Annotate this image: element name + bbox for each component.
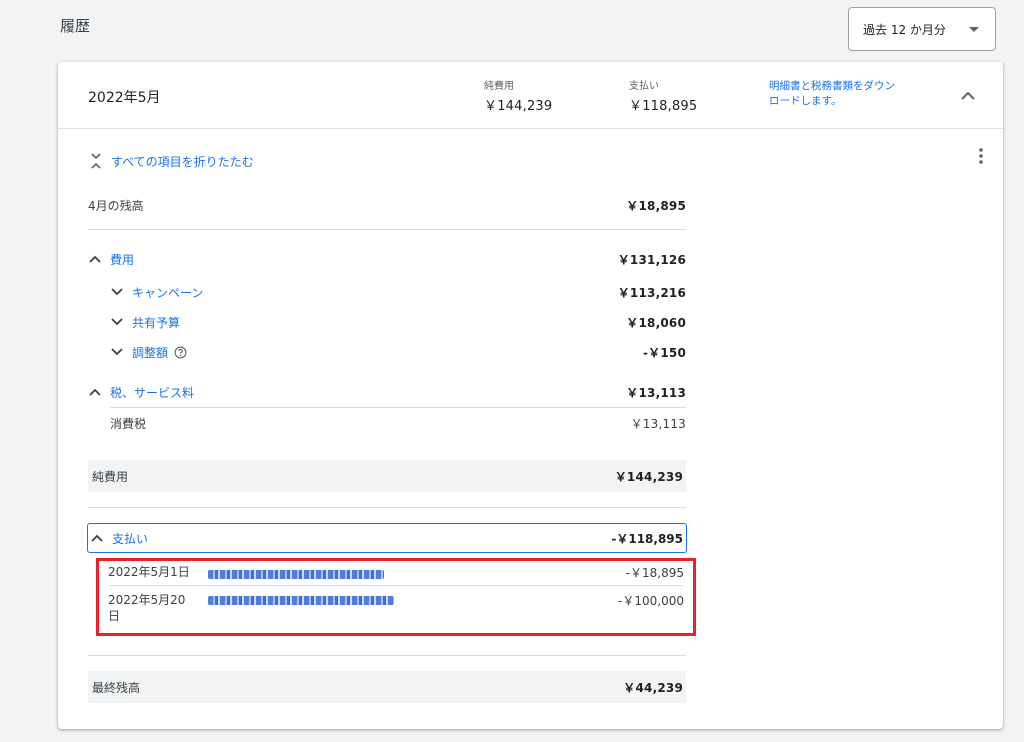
date-range-value: 過去 12 か月分 [863,22,946,37]
final-balance-row: 最終残高 ￥44,239 [88,671,686,703]
costs-amount: ￥131,126 [617,252,686,267]
download-documents-link[interactable]: 明細書と税務書類をダウンロードします。 [769,79,899,109]
header-net-cost: 純費用 ￥144,239 [484,77,552,114]
chevron-down-icon [111,288,123,296]
collapse-all-icon [91,153,101,169]
divider [110,407,686,408]
chevron-down-icon [111,348,123,356]
header-payments: 支払い ￥118,895 [629,77,697,114]
dropdown-arrow-icon [969,27,979,32]
header-net-cost-label: 純費用 [484,81,514,92]
highlight-annotation [96,558,696,636]
chevron-up-icon [89,388,101,396]
tax-fees-row[interactable]: 税、サービス料 ￥13,113 [88,378,686,406]
costs-label[interactable]: 費用 [110,251,134,268]
costs-row[interactable]: 費用 ￥131,126 [88,245,686,273]
campaigns-label[interactable]: キャンペーン [132,284,203,301]
consumption-tax-label: 消費税 [110,416,147,431]
chevron-down-icon [111,318,123,326]
adjustments-label[interactable]: 調整額 [132,344,168,361]
campaigns-amount: ￥113,216 [617,285,686,300]
more-options-icon[interactable] [971,146,991,166]
prev-balance-amount: ￥18,895 [626,198,686,213]
final-balance-label: 最終残高 [92,680,141,695]
tax-fees-amount: ￥13,113 [626,385,686,400]
statement-card: 2022年5月 純費用 ￥144,239 支払い ￥118,895 明細書と税務… [58,62,1003,729]
header-net-cost-value: ￥144,239 [484,99,553,114]
date-range-select[interactable]: 過去 12 か月分 [848,7,996,51]
help-icon[interactable] [174,346,187,359]
adjustments-row[interactable]: 調整額 -￥150 [110,338,686,366]
net-cost-row: 純費用 ￥144,239 [88,460,686,492]
tax-fees-label[interactable]: 税、サービス料 [110,384,194,401]
payments-label[interactable]: 支払い [112,530,148,547]
campaigns-row[interactable]: キャンペーン ￥113,216 [110,278,686,306]
net-cost-label: 純費用 [92,469,129,484]
prev-balance-label: 4月の残高 [88,198,144,213]
header-payments-label: 支払い [629,81,659,92]
final-balance-amount: ￥44,239 [623,680,683,695]
adjustments-amount: -￥150 [642,345,686,360]
shared-budget-amount: ￥18,060 [626,315,686,330]
page-title: 履歴 [60,17,91,35]
chevron-up-icon[interactable] [956,84,980,108]
net-cost-amount: ￥144,239 [614,469,683,484]
shared-budget-row[interactable]: 共有予算 ￥18,060 [110,308,686,336]
prev-balance-row: 4月の残高 ￥18,895 [88,191,686,219]
header-payments-value: ￥118,895 [629,99,698,114]
consumption-tax-row: 消費税 ￥13,113 [110,409,686,437]
statement-card-header[interactable]: 2022年5月 純費用 ￥144,239 支払い ￥118,895 明細書と税務… [58,62,1003,129]
divider [88,507,686,508]
divider [88,229,686,230]
collapse-all-button[interactable]: すべての項目を折りたたむ [90,152,254,170]
chevron-up-icon [91,534,103,542]
chevron-up-icon [89,255,101,263]
collapse-all-label: すべての項目を折りたたむ [111,154,254,169]
shared-budget-label[interactable]: 共有予算 [132,314,180,331]
billing-history-page: 履歴 過去 12 か月分 2022年5月 純費用 ￥144,239 支払い ￥1… [0,0,1024,742]
consumption-tax-amount: ￥13,113 [630,416,686,431]
divider [88,655,686,656]
payments-row[interactable]: 支払い -￥118,895 [87,523,687,553]
statement-month: 2022年5月 [88,90,161,106]
payments-amount: -￥118,895 [611,531,683,546]
